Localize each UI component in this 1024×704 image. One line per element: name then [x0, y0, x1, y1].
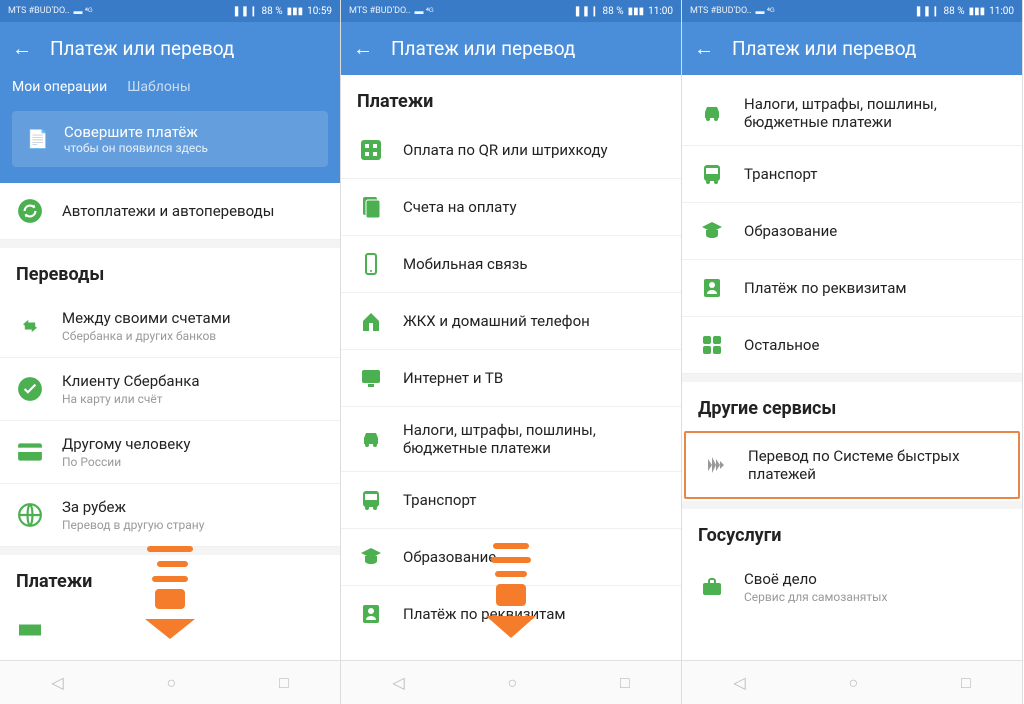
nav-home-icon[interactable]: ○ [848, 673, 858, 693]
status-bar: MTS #BUD'DO..▬ ⁴ᴳ ❚❚❙88 %▮▮▮11:00 [341, 0, 681, 22]
item-sbp[interactable]: Перевод по Системе быстрых платежей [686, 433, 1018, 497]
item-between-accounts[interactable]: Между своими счетамиСбербанка и других б… [0, 295, 340, 358]
back-icon[interactable]: ← [353, 36, 373, 61]
nav-recent-icon[interactable]: □ [279, 673, 289, 693]
page-title: Платеж или перевод [50, 37, 234, 60]
monitor-icon [357, 364, 385, 392]
item-autopay[interactable]: Автоплатежи и автопереводы [0, 183, 340, 240]
section-gosuslugi: Госуслуги [682, 509, 1022, 556]
section-payments: Платежи [341, 75, 681, 122]
item-taxes[interactable]: Налоги, штрафы, пошлины, бюджетные плате… [341, 407, 681, 472]
bus-icon [357, 486, 385, 514]
item-own-business[interactable]: Своё делоСервис для самозанятых [682, 556, 1022, 618]
item-taxes[interactable]: Налоги, штрафы, пошлины, бюджетные плате… [682, 81, 1022, 146]
item-mobile[interactable]: Мобильная связь [341, 236, 681, 293]
item-partial[interactable] [0, 602, 340, 658]
status-bar: MTS #BUD'DO..▬ ⁴ᴳ ❚❚❙88 %▮▮▮10:59 [0, 0, 340, 22]
grid-icon [698, 331, 726, 359]
section-payments: Платежи [0, 555, 340, 602]
graduation-icon [357, 543, 385, 571]
nav-recent-icon[interactable]: □ [620, 673, 630, 693]
item-to-sber-client[interactable]: Клиенту СбербанкаНа карту или счёт [0, 358, 340, 421]
item-requisites[interactable]: Платёж по реквизитам [682, 260, 1022, 317]
page-title: Платеж или перевод [732, 37, 916, 60]
sbp-highlight: Перевод по Системе быстрых платежей [684, 431, 1020, 499]
nav-home-icon[interactable]: ○ [507, 673, 517, 693]
qr-icon [16, 616, 44, 644]
section-transfers: Переводы [0, 248, 340, 295]
car-icon [357, 425, 385, 453]
app-header: ← Платеж или перевод [0, 22, 340, 75]
item-transport[interactable]: Транспорт [682, 146, 1022, 203]
nav-back-icon[interactable]: ◁ [392, 673, 404, 692]
tab-my-operations[interactable]: Мои операции [12, 75, 107, 99]
page-title: Платеж или перевод [391, 37, 575, 60]
card-icon [16, 438, 44, 466]
make-payment-banner[interactable]: 📄 Совершите платёж чтобы он появился зде… [0, 111, 340, 183]
nav-home-icon[interactable]: ○ [166, 673, 176, 693]
refresh-icon [16, 197, 44, 225]
item-qr-pay[interactable]: Оплата по QR или штрихкоду [341, 122, 681, 179]
briefcase-icon [698, 573, 726, 601]
document-icon [357, 193, 385, 221]
item-to-other-person[interactable]: Другому человекуПо России [0, 421, 340, 484]
nav-back-icon[interactable]: ◁ [733, 673, 745, 692]
sbp-icon [702, 451, 730, 479]
system-nav: ◁ ○ □ [682, 660, 1022, 704]
exchange-icon [16, 312, 44, 340]
content[interactable]: Налоги, штрафы, пошлины, бюджетные плате… [682, 75, 1022, 660]
nav-recent-icon[interactable]: □ [961, 673, 971, 693]
item-other[interactable]: Остальное [682, 317, 1022, 374]
screen-2: MTS #BUD'DO..▬ ⁴ᴳ ❚❚❙88 %▮▮▮11:00 ← Плат… [341, 0, 682, 704]
back-icon[interactable]: ← [12, 36, 32, 61]
item-internet-tv[interactable]: Интернет и ТВ [341, 350, 681, 407]
graduation-icon [698, 217, 726, 245]
house-icon [357, 307, 385, 335]
contact-icon [357, 600, 385, 628]
car-icon [698, 99, 726, 127]
item-education[interactable]: Образование [682, 203, 1022, 260]
tab-templates[interactable]: Шаблоны [127, 75, 191, 99]
content[interactable]: Автоплатежи и автопереводы Переводы Межд… [0, 183, 340, 660]
app-header: ← Платеж или перевод [682, 22, 1022, 75]
item-abroad[interactable]: За рубежПеревод в другую страну [0, 484, 340, 547]
item-utilities[interactable]: ЖКХ и домашний телефон [341, 293, 681, 350]
app-header: ← Платеж или перевод [341, 22, 681, 75]
globe-icon [16, 501, 44, 529]
screen-3: MTS #BUD'DO..▬ ⁴ᴳ ❚❚❙88 %▮▮▮11:00 ← Плат… [682, 0, 1023, 704]
section-other-services: Другие сервисы [682, 382, 1022, 429]
tabs: Мои операции Шаблоны [0, 75, 340, 111]
back-icon[interactable]: ← [694, 36, 714, 61]
content[interactable]: Платежи Оплата по QR или штрихкоду Счета… [341, 75, 681, 660]
item-education[interactable]: Образование [341, 529, 681, 586]
status-bar: MTS #BUD'DO..▬ ⁴ᴳ ❚❚❙88 %▮▮▮11:00 [682, 0, 1022, 22]
contact-icon [698, 274, 726, 302]
system-nav: ◁ ○ □ [0, 660, 340, 704]
nav-back-icon[interactable]: ◁ [51, 673, 63, 692]
item-requisites[interactable]: Платёж по реквизитам [341, 586, 681, 642]
item-transport[interactable]: Транспорт [341, 472, 681, 529]
system-nav: ◁ ○ □ [341, 660, 681, 704]
screen-1: MTS #BUD'DO..▬ ⁴ᴳ ❚❚❙88 %▮▮▮10:59 ← Плат… [0, 0, 341, 704]
item-bills[interactable]: Счета на оплату [341, 179, 681, 236]
sber-icon [16, 375, 44, 403]
bus-icon [698, 160, 726, 188]
document-icon: 📄 [26, 127, 50, 151]
qr-icon [357, 136, 385, 164]
phone-icon [357, 250, 385, 278]
